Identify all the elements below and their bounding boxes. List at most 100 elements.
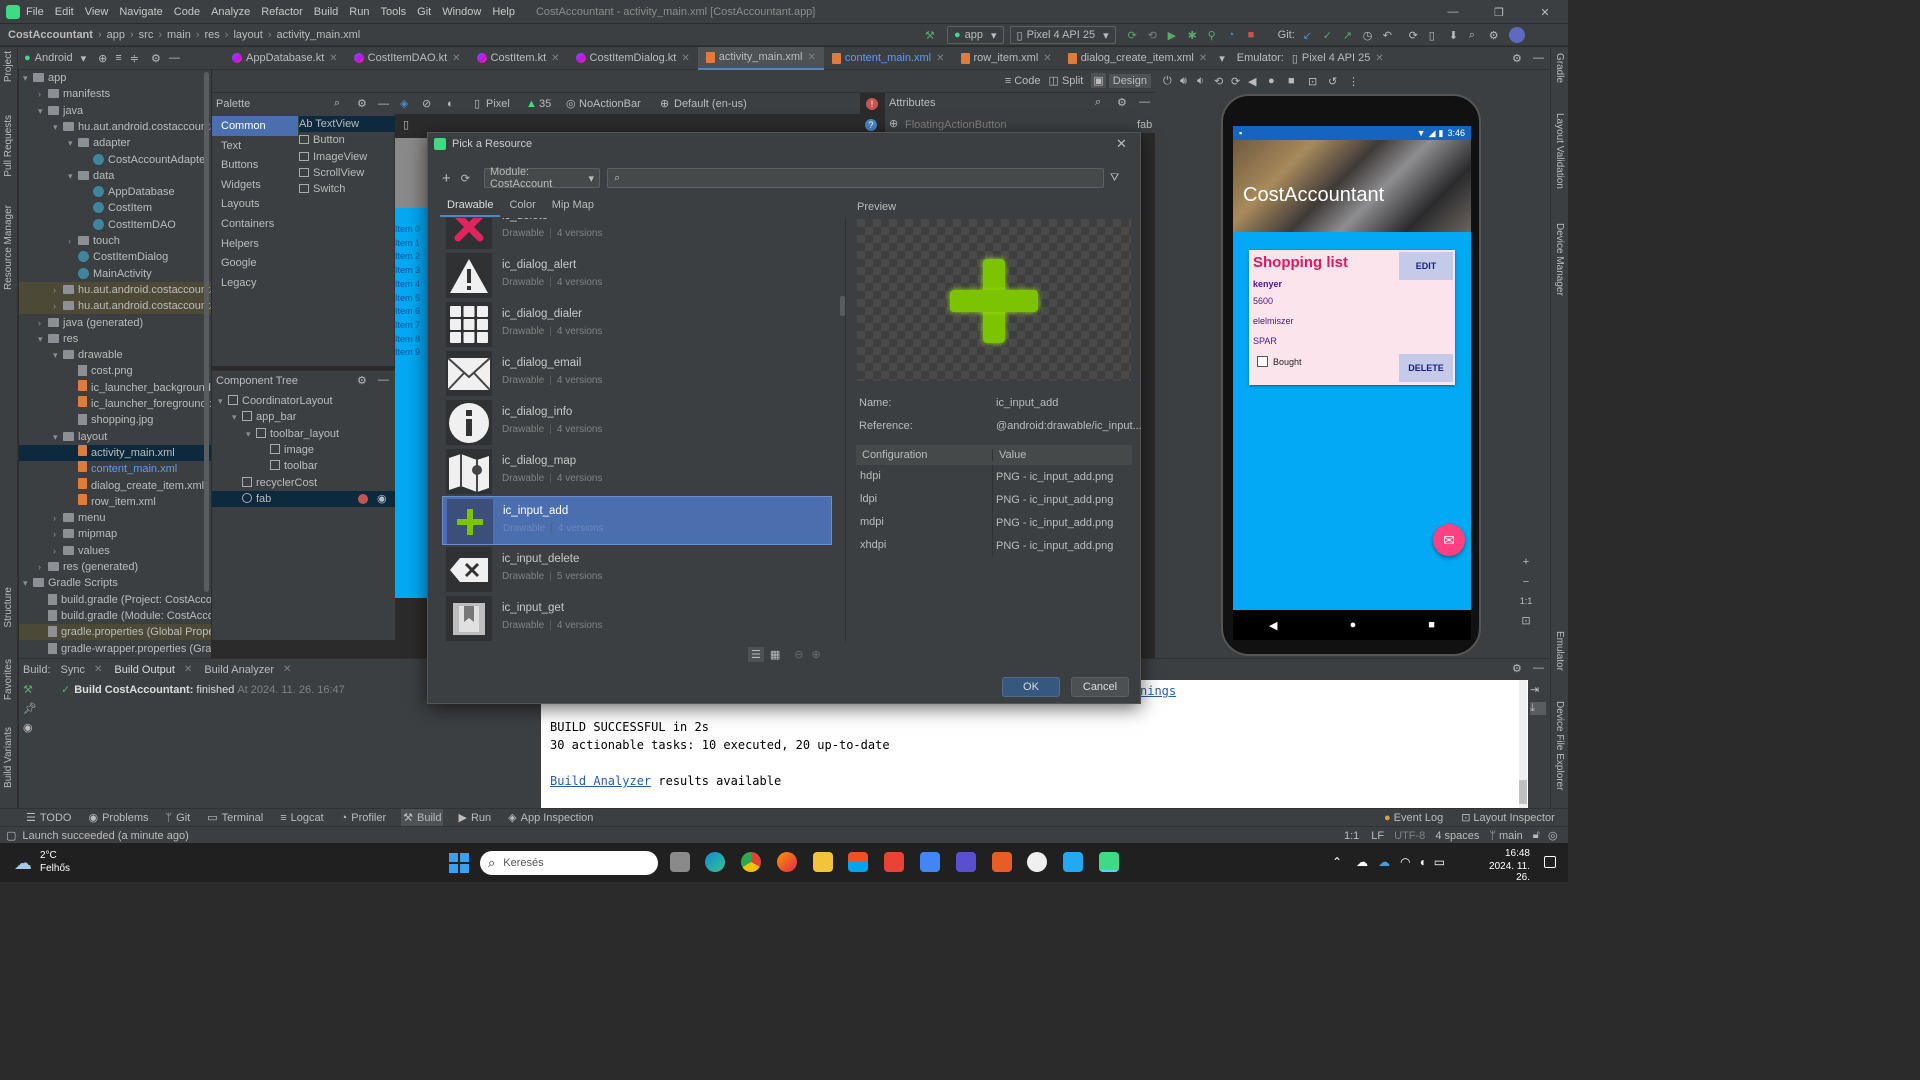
sdk-manager-icon[interactable]: ⬇	[1449, 29, 1469, 42]
component-tree-item[interactable]: recyclerCost	[212, 475, 395, 491]
resource-item-ic-dialog-dialer[interactable]: ic_dialog_dialer Drawable | 4 versions	[442, 300, 832, 349]
menu-git[interactable]: Git	[417, 6, 431, 18]
project-tree-item[interactable]: ▾ app	[19, 70, 211, 86]
close-icon[interactable]: ✕	[1375, 53, 1383, 64]
hide-icon[interactable]: —	[378, 98, 389, 110]
status-toggle-icon[interactable]: ▢	[6, 829, 16, 842]
breadcrumb-item[interactable]: activity_main.xml	[277, 29, 361, 41]
console-scrollbar[interactable]	[1519, 680, 1527, 808]
calendar-icon[interactable]	[920, 852, 940, 872]
chevron-down-icon[interactable]: ▾	[38, 331, 48, 347]
gear-icon[interactable]: ⚙	[357, 374, 367, 387]
history-icon[interactable]: ◷	[1363, 29, 1383, 42]
bought-checkbox[interactable]	[1257, 356, 1268, 367]
gear-icon[interactable]: ⚙	[1512, 52, 1522, 65]
resource-item-ic-delete[interactable]: ic_delete Drawable | 4 versions	[442, 218, 832, 251]
build-analyzer-link[interactable]: Build Analyzer	[550, 774, 651, 788]
blueprint-icon[interactable]: ⊘	[422, 97, 431, 110]
memory-icon[interactable]: ◎	[1548, 829, 1558, 842]
tool-window-device-file-explorer[interactable]: Device File Explorer	[1554, 701, 1565, 790]
attach-debugger-icon[interactable]: ⚲	[1208, 29, 1228, 42]
project-tree-item[interactable]: build.gradle (Module: CostAcco	[19, 608, 211, 624]
menu-code[interactable]: Code	[174, 6, 200, 18]
debug-icon[interactable]: ✱	[1188, 29, 1208, 42]
menu-view[interactable]: View	[85, 6, 109, 18]
close-icon[interactable]: ✕	[94, 664, 102, 675]
palette-category[interactable]: Buttons	[212, 155, 298, 175]
hammer-icon[interactable]: ⚒	[925, 29, 947, 42]
firefox-icon[interactable]	[777, 852, 797, 872]
add-icon[interactable]: +	[442, 170, 451, 187]
resource-item-ic-input-add[interactable]: ic_input_add Drawable | 4 versions	[442, 496, 832, 545]
settings-icon[interactable]: ⚙	[1489, 29, 1509, 42]
tool-window-run[interactable]: ▶ Run	[456, 809, 493, 826]
tab-mip-map[interactable]: Mip Map	[545, 195, 601, 217]
project-tree-item[interactable]: build.gradle (Project: CostAccour	[19, 592, 211, 608]
chevron-down-icon[interactable]: ▾	[23, 70, 33, 86]
tab-color[interactable]: Color	[500, 195, 544, 217]
tab-build-analyzer[interactable]: Build Analyzer	[204, 664, 274, 676]
project-view-select[interactable]: ● Android ▾ ⊕ ≡ ≑ ⚙ —	[0, 47, 208, 70]
maximize-icon[interactable]: ❐	[1476, 6, 1522, 19]
tab-build-output[interactable]: Build Output	[114, 664, 175, 676]
tool-window-device-manager[interactable]: Device Manager	[1554, 223, 1565, 296]
wifi-icon[interactable]: ◠	[1400, 855, 1410, 869]
project-tree-item[interactable]: activity_main.xml	[19, 444, 211, 461]
breadcrumb-item[interactable]: src	[139, 29, 154, 41]
tool-window-emulator[interactable]: Emulator	[1554, 631, 1565, 671]
menu-file[interactable]: File	[26, 6, 44, 18]
gear-icon[interactable]: ⚙	[151, 52, 161, 65]
chevron-right-icon[interactable]: ›	[38, 86, 48, 102]
apply-changes-icon[interactable]: ⟳	[1128, 29, 1148, 42]
resource-item-ic-input-get[interactable]: ic_input_get Drawable | 4 versions	[442, 594, 832, 642]
project-tree-item[interactable]: › manifests	[19, 86, 211, 102]
rotate-left-icon[interactable]: ⟲	[1214, 75, 1231, 88]
notifications-icon[interactable]	[1544, 856, 1556, 868]
volume-icon[interactable]: ◖	[1419, 855, 1426, 869]
menu-tools[interactable]: Tools	[380, 6, 406, 18]
app-icon[interactable]	[992, 852, 1012, 872]
run-config-select[interactable]: ● app ▾	[947, 26, 1004, 44]
project-tree-item[interactable]: ▾ java	[19, 103, 211, 119]
project-tree-item[interactable]: gradle-wrapper.properties (Gradl	[19, 641, 211, 657]
home-icon[interactable]: ●	[1268, 75, 1288, 87]
gear-icon[interactable]: ⚙	[1512, 662, 1522, 675]
caret-position[interactable]: 1:1	[1344, 830, 1359, 842]
pin-icon[interactable]: 📌︎	[23, 702, 39, 715]
resource-item-ic-dialog-email[interactable]: ic_dialog_email Drawable | 4 versions	[442, 349, 832, 398]
project-tree-item[interactable]: ▾ res	[19, 331, 211, 347]
rotate-right-icon[interactable]: ⟳	[1231, 75, 1248, 88]
gmail-icon[interactable]	[884, 852, 904, 872]
console-link-tail[interactable]: nings	[1140, 684, 1176, 698]
globe-icon[interactable]: ⊕	[98, 52, 107, 65]
menu-analyze[interactable]: Analyze	[211, 6, 250, 18]
android-studio-icon[interactable]	[1099, 852, 1119, 872]
chevron-down-icon[interactable]: ▾	[53, 119, 63, 135]
close-icon[interactable]: ✕	[329, 53, 337, 64]
tab-file[interactable]: activity_main.xml ✕	[697, 46, 824, 70]
chevron-down-icon[interactable]: ▾	[53, 429, 63, 445]
api-select[interactable]: 35	[539, 98, 551, 110]
store-icon[interactable]	[848, 852, 868, 872]
filter-icon[interactable]: ⛛	[1110, 172, 1119, 185]
project-tree-item[interactable]: MainActivity	[19, 266, 211, 282]
project-tree-item[interactable]: › mipmap	[19, 526, 211, 542]
palette-item[interactable]: ScrollView	[299, 165, 395, 181]
layout-preview[interactable]: Item 0 Item 1 Item 2 Item 3 Item 4 Item 5 Item…	[395, 138, 427, 598]
tool-window-logcat[interactable]: ≡ Logcat	[278, 809, 325, 826]
palette-category[interactable]: Widgets	[212, 175, 298, 195]
close-icon[interactable]: ✕	[1116, 136, 1127, 152]
menu-refactor[interactable]: Refactor	[261, 6, 303, 18]
project-tree-item[interactable]: › hu.aut.android.costaccountan	[19, 281, 211, 298]
palette-category[interactable]: Text	[212, 136, 298, 156]
edge-icon[interactable]	[705, 852, 725, 872]
project-tree-item[interactable]: ▾ layout	[19, 429, 211, 445]
chevron-down-icon[interactable]: ▾	[38, 103, 48, 119]
minimize-icon[interactable]: —	[1430, 6, 1476, 18]
list-view-icon[interactable]: ☰	[748, 647, 764, 662]
resource-list-scrollbar[interactable]	[840, 296, 845, 316]
breadcrumb-item[interactable]: app	[107, 29, 125, 41]
resource-search-input[interactable]: ⌕	[606, 168, 1104, 188]
breadcrumb-item[interactable]: CostAccountant	[8, 29, 93, 41]
close-icon[interactable]: ✕	[936, 53, 944, 64]
